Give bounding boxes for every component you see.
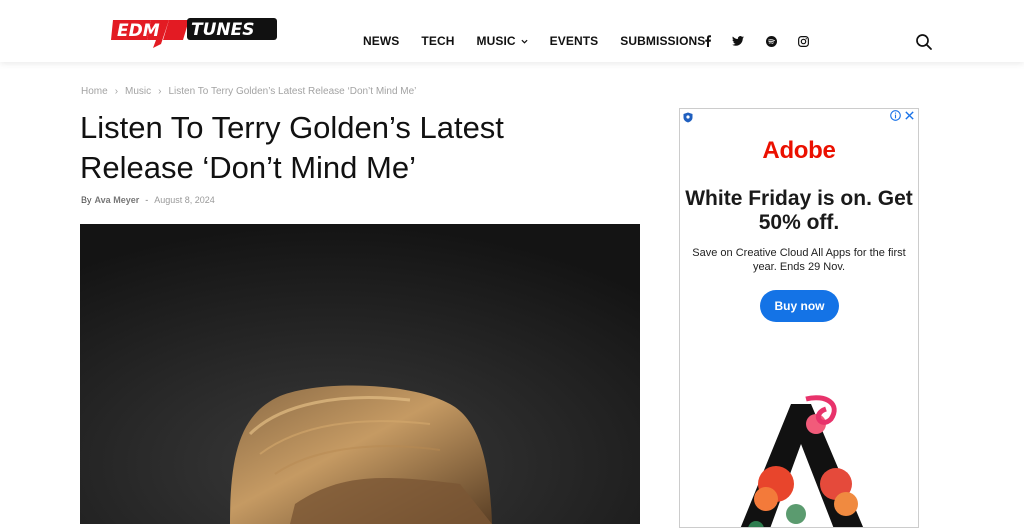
info-icon[interactable] (890, 110, 901, 121)
site-logo[interactable]: EDM TUNES (111, 14, 281, 48)
ad-subtext: Save on Creative Cloud All Apps for the … (692, 247, 906, 273)
search-icon[interactable] (915, 33, 933, 51)
main-nav: NEWS TECH MUSIC EVENTS SUBMISSIONS (363, 34, 727, 48)
nav-music[interactable]: MUSIC (476, 34, 528, 48)
nav-events-label: EVENTS (549, 34, 599, 48)
author-link[interactable]: Ava Meyer (95, 195, 140, 205)
nav-tech[interactable]: TECH (421, 34, 454, 48)
ad-headline: White Friday is on. Get 50% off. (685, 187, 913, 234)
twitter-icon[interactable] (731, 34, 745, 48)
nav-news[interactable]: NEWS (363, 34, 399, 48)
breadcrumb-home[interactable]: Home (81, 86, 108, 97)
facebook-icon[interactable] (701, 34, 715, 48)
logo-graphic: EDM TUNES (111, 18, 277, 48)
breadcrumb-separator: › (114, 86, 119, 97)
ad-brand-logo: Adobe (762, 137, 836, 164)
hero-image (80, 224, 640, 524)
nav-submissions[interactable]: SUBMISSIONS (620, 34, 705, 48)
svg-text:TUNES: TUNES (191, 20, 254, 40)
svg-text:EDM: EDM (117, 21, 160, 41)
ad-buy-now-button[interactable]: Buy now (760, 290, 839, 322)
shield-icon (683, 112, 693, 123)
ad-artwork (740, 395, 864, 527)
article-byline: By Ava Meyer - August 8, 2024 (81, 195, 215, 205)
breadcrumb-music[interactable]: Music (125, 86, 151, 97)
breadcrumb-current: Listen To Terry Golden’s Latest Release … (168, 86, 417, 97)
nav-submissions-label: SUBMISSIONS (620, 34, 706, 48)
breadcrumb-separator: › (158, 86, 162, 97)
close-icon[interactable] (904, 110, 915, 121)
nav-events[interactable]: EVENTS (550, 34, 599, 48)
adobe-ad-banner[interactable]: Adobe White Friday is on. Get 50% off. S… (679, 108, 919, 528)
nav-tech-label: TECH (421, 34, 455, 48)
hero-photo-artist (80, 224, 640, 524)
byline-dash: - (145, 195, 149, 205)
spotify-icon[interactable] (764, 34, 778, 48)
nav-music-label: MUSIC (476, 34, 516, 48)
breadcrumb: Home › Music › Listen To Terry Golden’s … (81, 86, 416, 97)
article-title: Listen To Terry Golden’s Latest Release … (80, 110, 504, 185)
byline-by-label: By (81, 195, 92, 205)
site-header: EDM TUNES NEWS TECH MUSIC EVENTS SUBMISS… (0, 0, 1024, 62)
article-date: August 8, 2024 (154, 195, 215, 205)
nav-news-label: NEWS (363, 34, 400, 48)
chevron-down-icon (521, 39, 528, 44)
instagram-icon[interactable] (796, 34, 810, 48)
